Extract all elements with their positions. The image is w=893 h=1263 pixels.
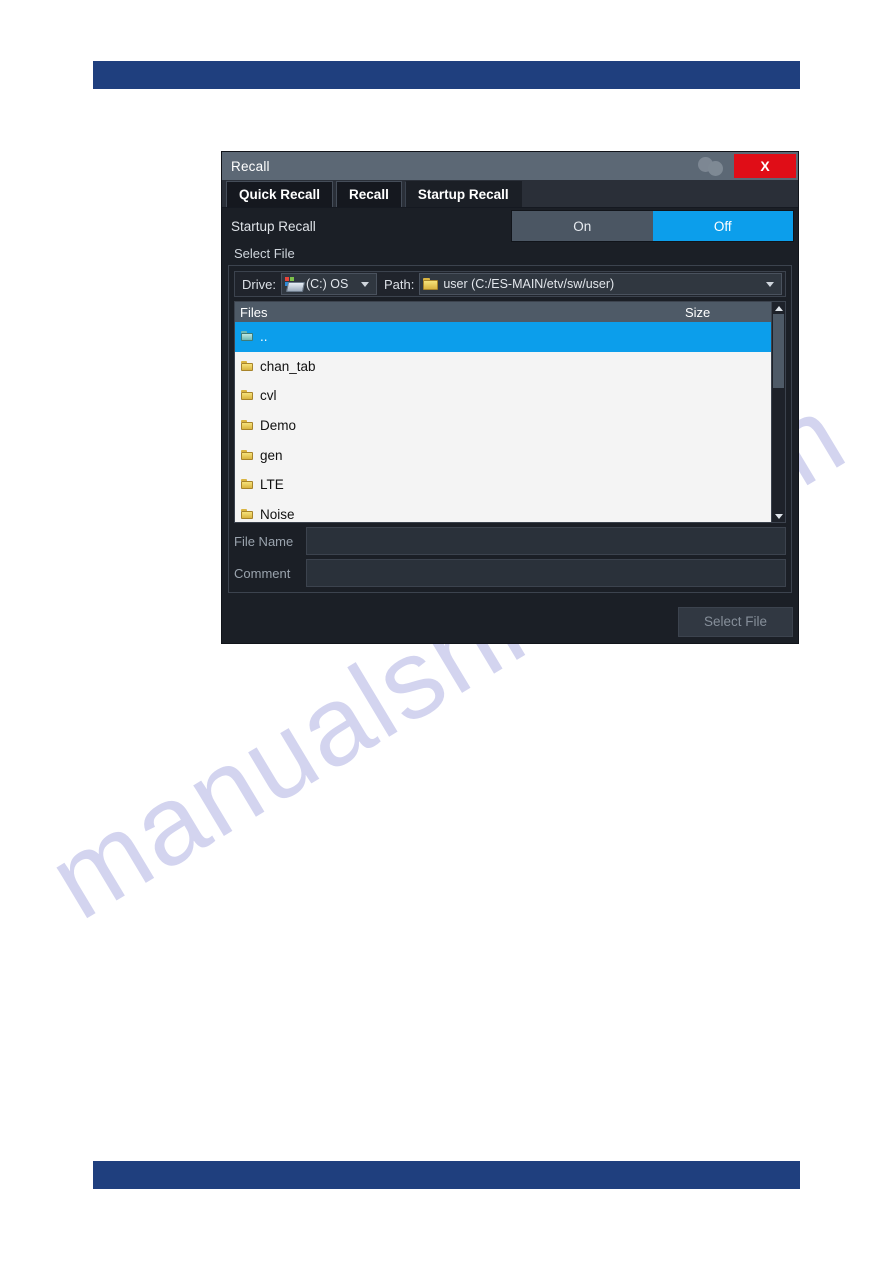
drive-label: Drive:: [242, 276, 276, 292]
file-row[interactable]: chan_tab: [235, 352, 771, 382]
file-row-name: Demo: [260, 418, 297, 434]
file-name-input[interactable]: [306, 527, 786, 555]
chevron-down-icon: [360, 281, 369, 287]
file-name-label: File Name: [234, 533, 294, 549]
file-row-name: ..: [260, 329, 268, 345]
select-file-group-title: Select File: [234, 246, 295, 261]
file-row-name: gen: [260, 447, 283, 463]
file-row-name: LTE: [260, 477, 284, 493]
toggle-option-on[interactable]: On: [512, 211, 653, 241]
file-row[interactable]: Noise: [235, 500, 771, 522]
file-list-body[interactable]: .. chan_tab cvl Demo gen LTE Noise: [235, 322, 771, 522]
startup-recall-toggle: On Off: [511, 210, 794, 242]
folder-icon: [241, 420, 254, 431]
dialog-titlebar: Recall X: [222, 152, 798, 180]
path-label: Path:: [383, 276, 415, 292]
toggle-option-off[interactable]: Off: [652, 211, 793, 241]
file-row[interactable]: ..: [235, 322, 771, 352]
file-row[interactable]: LTE: [235, 470, 771, 500]
startup-recall-label: Startup Recall: [231, 219, 316, 234]
page-footer-bar: [93, 1161, 800, 1189]
file-list: Files Size .. chan_tab cvl Demo gen LTE …: [234, 301, 786, 523]
folder-icon: [241, 449, 254, 461]
scrollbar-track[interactable]: [772, 314, 785, 510]
select-file-group-body: Drive: (C:) OS Path: user (C:/ES-MAIN/et…: [228, 265, 792, 593]
tab-recall[interactable]: Recall: [336, 181, 402, 207]
file-row-name: Noise: [260, 506, 295, 522]
file-list-scrollbar[interactable]: [771, 302, 785, 522]
scroll-up-arrow-icon[interactable]: [772, 302, 785, 314]
dialog-footer: Select File: [222, 600, 798, 643]
file-row-name: cvl: [260, 388, 277, 404]
tab-startup-recall[interactable]: Startup Recall: [404, 181, 522, 207]
overlapping-circles-icon[interactable]: [698, 156, 728, 176]
select-file-button[interactable]: Select File: [678, 606, 793, 637]
column-header-size: Size: [685, 304, 711, 320]
hard-drive-icon: [284, 277, 306, 292]
comment-row: Comment: [234, 559, 786, 587]
select-file-group: Select File Drive: (C:) OS Path: user (C…: [228, 245, 792, 593]
file-name-row: File Name: [234, 527, 786, 555]
tab-strip: Quick Recall Recall Startup Recall: [222, 180, 798, 208]
column-header-files: Files: [240, 304, 268, 320]
path-value: user (C:/ES-MAIN/etv/sw/user): [443, 277, 615, 291]
folder-icon: [423, 277, 439, 291]
close-button[interactable]: X: [734, 154, 796, 178]
file-row[interactable]: gen: [235, 440, 771, 470]
scroll-down-arrow-icon[interactable]: [772, 510, 785, 522]
startup-recall-row: Startup Recall On Off: [222, 208, 798, 245]
scrollbar-thumb[interactable]: [773, 314, 784, 388]
folder-icon: [241, 508, 254, 520]
folder-icon: [241, 360, 254, 372]
folder-up-icon: [241, 331, 254, 342]
comment-label: Comment: [234, 565, 291, 581]
file-row-name: chan_tab: [260, 358, 316, 374]
folder-icon: [241, 479, 254, 490]
recall-dialog: Recall X Quick Recall Recall Startup Rec…: [221, 151, 799, 644]
file-row[interactable]: cvl: [235, 381, 771, 411]
path-select[interactable]: user (C:/ES-MAIN/etv/sw/user): [419, 273, 782, 295]
page-header-bar: [93, 61, 800, 89]
drive-value: (C:) OS: [305, 277, 349, 291]
dialog-title: Recall: [231, 158, 270, 174]
file-list-header: Files Size: [235, 302, 771, 322]
tab-quick-recall[interactable]: Quick Recall: [226, 181, 334, 207]
file-list-inner: Files Size .. chan_tab cvl Demo gen LTE …: [235, 302, 771, 522]
file-row[interactable]: Demo: [235, 411, 771, 441]
drive-select[interactable]: (C:) OS: [280, 273, 377, 295]
drive-path-bar: Drive: (C:) OS Path: user (C:/ES-MAIN/et…: [234, 271, 786, 297]
folder-icon: [241, 390, 254, 401]
chevron-down-icon: [766, 281, 774, 287]
comment-input[interactable]: [306, 559, 786, 587]
